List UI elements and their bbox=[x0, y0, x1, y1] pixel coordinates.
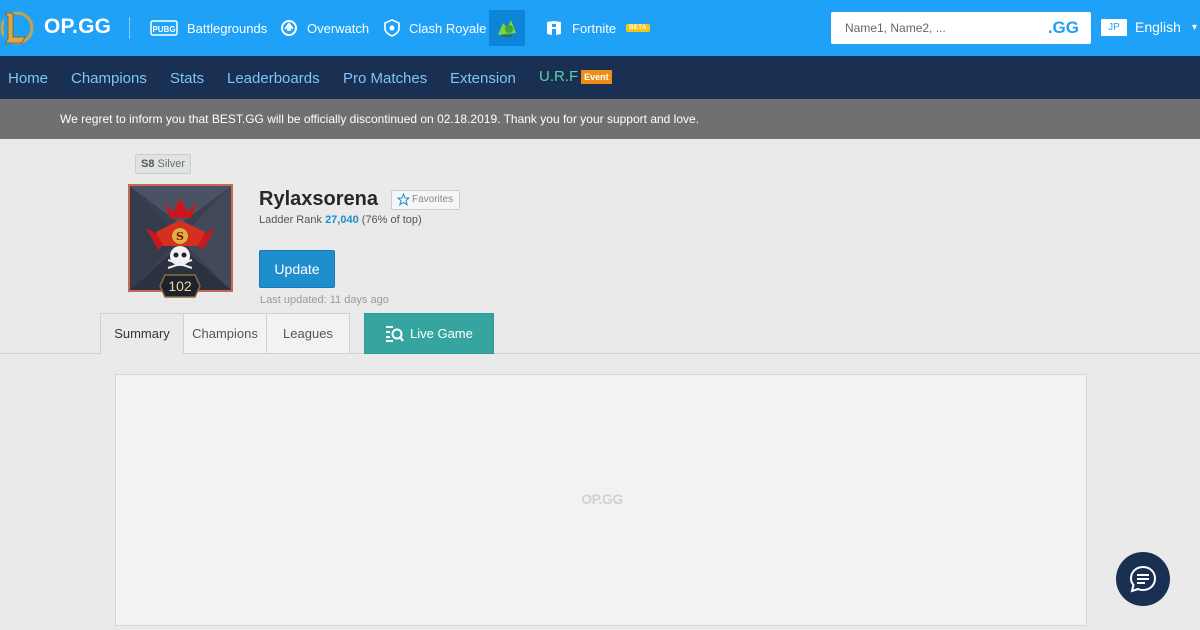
svg-text:PUBG: PUBG bbox=[152, 25, 175, 34]
last-updated-text: Last updated: 11 days ago bbox=[260, 294, 389, 306]
loading-logo: OP.GG bbox=[581, 491, 623, 507]
chat-button[interactable] bbox=[1116, 552, 1170, 606]
search-button[interactable]: .GG bbox=[1048, 18, 1079, 38]
nav-pro-matches[interactable]: Pro Matches bbox=[343, 56, 427, 99]
main-nav: Home Champions Stats Leaderboards Pro Ma… bbox=[0, 56, 1200, 99]
fortnite-icon bbox=[547, 21, 561, 35]
season-label: S8 bbox=[141, 158, 155, 170]
nav-extension[interactable]: Extension bbox=[450, 56, 516, 99]
tab-leagues[interactable]: Leagues bbox=[266, 313, 350, 354]
game-link-fortnite[interactable]: Fortnite BETA bbox=[545, 0, 650, 56]
divider bbox=[129, 17, 130, 39]
league-logo-icon[interactable] bbox=[0, 10, 34, 46]
event-badge: Event bbox=[581, 70, 612, 84]
favorites-label: Favorites bbox=[412, 194, 454, 205]
live-game-label: Live Game bbox=[410, 326, 473, 341]
favorites-button[interactable]: Favorites bbox=[391, 190, 461, 210]
game-label: Overwatch bbox=[307, 20, 370, 36]
region-badge[interactable]: JP bbox=[1101, 19, 1127, 36]
summoner-search: .GG bbox=[831, 12, 1091, 44]
nav-champions[interactable]: Champions bbox=[71, 56, 147, 99]
brand-logo[interactable]: OP.GG bbox=[44, 15, 111, 39]
notice-banner: We regret to inform you that BEST.GG wil… bbox=[0, 99, 1200, 139]
star-icon bbox=[397, 193, 410, 206]
language-select[interactable]: English bbox=[1135, 19, 1181, 35]
nav-leaderboards[interactable]: Leaderboards bbox=[227, 56, 320, 99]
game-link-overwatch[interactable]: Overwatch bbox=[280, 0, 369, 56]
chevron-down-icon[interactable]: ▾ bbox=[1192, 22, 1197, 33]
game-link-lol-active[interactable] bbox=[489, 10, 525, 46]
live-search-icon bbox=[386, 326, 404, 342]
ladder-rank-value[interactable]: 27,040 bbox=[325, 214, 359, 226]
search-input[interactable] bbox=[831, 12, 1041, 44]
beta-badge: BETA bbox=[626, 24, 650, 32]
nav-urf-label: U.R.F bbox=[539, 68, 579, 85]
profile-header: S8 Silver S 102 Rylaxsorena Favorites La… bbox=[0, 139, 1200, 354]
season-tier-badge: S8 Silver bbox=[135, 154, 192, 174]
ladder-percent: (76% of top) bbox=[361, 214, 422, 226]
summoner-level: 102 bbox=[168, 278, 192, 294]
clash-royale-icon bbox=[384, 19, 400, 37]
nav-stats[interactable]: Stats bbox=[170, 56, 204, 99]
update-button[interactable]: Update bbox=[259, 250, 335, 288]
game-link-clash-royale[interactable]: Clash Royale bbox=[384, 0, 486, 56]
tab-champions[interactable]: Champions bbox=[183, 313, 267, 354]
top-bar: OP.GG PUBG Battlegrounds Overwatch Clash… bbox=[0, 0, 1200, 56]
tier-label: Silver bbox=[157, 158, 186, 170]
chat-icon bbox=[1129, 565, 1157, 593]
game-link-battlegrounds[interactable]: PUBG Battlegrounds bbox=[150, 0, 267, 56]
svg-text:S: S bbox=[176, 230, 184, 243]
ladder-label: Ladder Rank bbox=[259, 214, 322, 226]
summoner-name: Rylaxsorena bbox=[259, 188, 378, 210]
nav-urf[interactable]: U.R.F Event bbox=[539, 56, 612, 99]
ladder-rank: Ladder Rank 27,040 (76% of top) bbox=[259, 214, 422, 226]
tab-summary[interactable]: Summary bbox=[100, 313, 184, 354]
nav-home[interactable]: Home bbox=[8, 56, 48, 99]
game-label: Battlegrounds bbox=[187, 20, 268, 36]
overwatch-icon bbox=[281, 20, 297, 36]
content-panel: OP.GG bbox=[115, 374, 1087, 626]
notice-text: We regret to inform you that BEST.GG wil… bbox=[60, 112, 700, 126]
live-game-button[interactable]: Live Game bbox=[364, 313, 494, 354]
game-label: Clash Royale bbox=[409, 20, 487, 36]
game-label: Fortnite bbox=[572, 20, 617, 36]
pubg-icon: PUBG bbox=[150, 20, 178, 36]
lol-champion-icon bbox=[498, 20, 516, 37]
